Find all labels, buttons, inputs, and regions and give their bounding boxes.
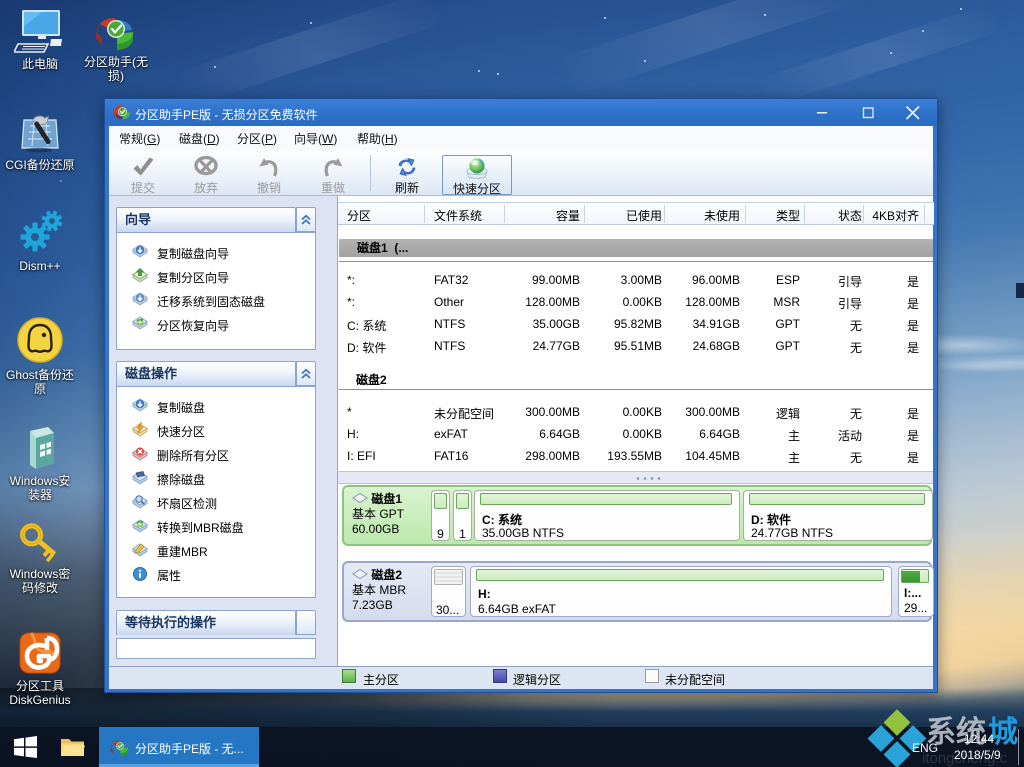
- svg-text:itongcheng.c: itongcheng.c: [922, 750, 1008, 767]
- svg-text:系统: 系统: [926, 715, 986, 749]
- svg-text:城: 城: [988, 716, 1018, 749]
